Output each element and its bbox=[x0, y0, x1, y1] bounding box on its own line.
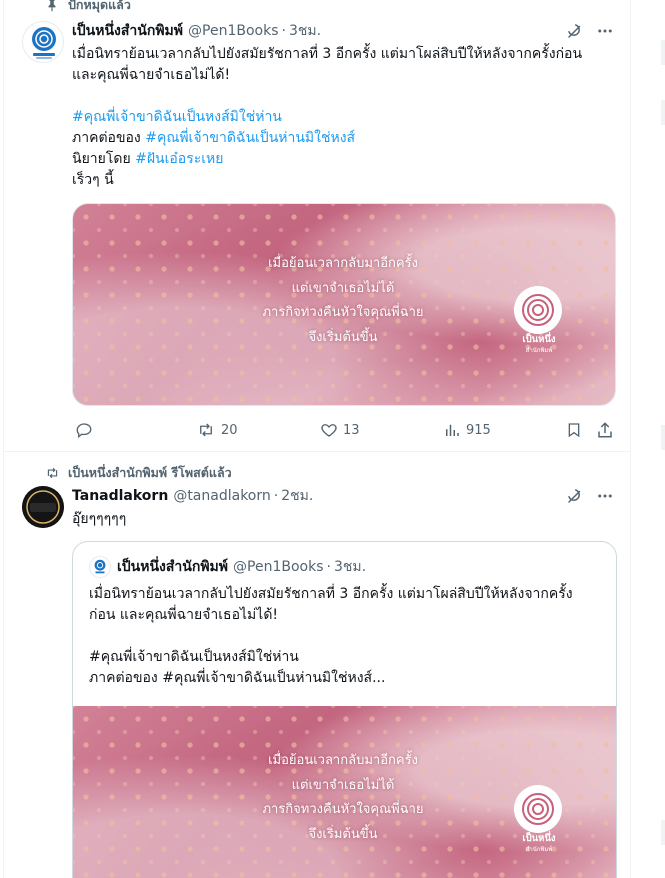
quoted-tweet[interactable]: เป็นหนึ่งสำนักพิมพ์ @Pen1Books · 3ชม. เม… bbox=[72, 541, 617, 878]
grok-icon[interactable] bbox=[564, 485, 586, 507]
image-caption: เมื่อย้อนเวลากลับมาอีกครั้ง แต่เขาจำเธอไ… bbox=[262, 753, 424, 842]
sequel-prefix: ภาคต่อของ bbox=[72, 130, 146, 146]
heart-icon bbox=[321, 424, 337, 437]
author-prefix: นิยายโดย bbox=[72, 151, 136, 167]
reply-button[interactable] bbox=[75, 421, 93, 439]
share-button[interactable] bbox=[596, 421, 614, 439]
reply-icon bbox=[76, 423, 92, 439]
bookmark-icon bbox=[568, 423, 580, 438]
quote-author-handle: @Pen1Books bbox=[233, 559, 324, 575]
retweet-context: เป็นหนึ่งสำนักพิมพ์ รีโพสต์แล้ว bbox=[44, 463, 232, 483]
tweet-header: Tanadlakorn @tanadlakorn · 2ชม. bbox=[72, 486, 616, 506]
more-icon[interactable] bbox=[594, 20, 616, 42]
quote-author-name: เป็นหนึ่งสำนักพิมพ์ bbox=[117, 559, 229, 575]
quote-time: 3ชม. bbox=[333, 559, 367, 575]
tweet-image[interactable]: เมื่อย้อนเวลากลับมาอีกครั้ง แต่เขาจำเธอไ… bbox=[72, 203, 616, 406]
tweet-pinned[interactable]: ปักหมุดแล้ว เป็นหนึ่งสำนักพิมพ์ @Pen1Boo… bbox=[4, 0, 630, 452]
tanadlakorn-logo-icon bbox=[22, 486, 64, 528]
retweet-count: 20 bbox=[221, 422, 238, 438]
pinned-context: ปักหมุดแล้ว bbox=[44, 0, 131, 15]
action-bar: 20 13 915 bbox=[72, 419, 618, 441]
tweet-retweet[interactable]: เป็นหนึ่งสำนักพิมพ์ รีโพสต์แล้ว Tanadlak… bbox=[4, 452, 630, 878]
text-line: อุ๊ยๆๆๆๆๆ bbox=[72, 511, 127, 527]
tweet-text: อุ๊ยๆๆๆๆๆ bbox=[72, 509, 618, 530]
pen1books-logo-icon bbox=[32, 27, 56, 59]
author-handle[interactable]: @tanadlakorn bbox=[173, 488, 270, 504]
publisher-logo-icon bbox=[514, 785, 562, 833]
right-rail-divider bbox=[661, 820, 665, 845]
quote-header: เป็นหนึ่งสำนักพิมพ์ @Pen1Books · 3ชม. bbox=[89, 556, 604, 578]
grok-icon[interactable] bbox=[564, 20, 586, 42]
right-rail-divider bbox=[661, 40, 665, 65]
publisher-logo-icon bbox=[514, 286, 562, 334]
author-handle[interactable]: @Pen1Books bbox=[188, 23, 278, 39]
views-count: 915 bbox=[466, 422, 491, 438]
share-icon bbox=[598, 422, 612, 438]
hashtag-link[interactable]: #ฝันเอ๋อระเหย bbox=[135, 151, 223, 167]
text-line: และคุณพี่ฉายจำเธอไม่ได้! bbox=[72, 67, 231, 83]
timeline: ปักหมุดแล้ว เป็นหนึ่งสำนักพิมพ์ @Pen1Boo… bbox=[3, 0, 631, 878]
publisher-logo-text: เป็นหนึ่ง สำนักพิมพ์ bbox=[522, 833, 556, 853]
pinned-label: ปักหมุดแล้ว bbox=[68, 0, 131, 12]
tweet-time[interactable]: 2ชม. bbox=[281, 485, 313, 507]
retweet-label[interactable]: เป็นหนึ่งสำนักพิมพ์ รีโพสต์แล้ว bbox=[68, 463, 232, 483]
bookmark-button[interactable] bbox=[566, 421, 582, 439]
quote-avatar bbox=[89, 556, 111, 578]
views-button[interactable]: 915 bbox=[443, 421, 491, 439]
image-caption: เมื่อย้อนเวลากลับมาอีกครั้ง แต่เขาจำเธอไ… bbox=[262, 256, 424, 345]
views-icon bbox=[446, 424, 459, 436]
quote-image[interactable]: เมื่อย้อนเวลากลับมาอีกครั้ง แต่เขาจำเธอไ… bbox=[73, 706, 616, 878]
author-name[interactable]: เป็นหนึ่งสำนักพิมพ์ bbox=[72, 20, 183, 42]
right-rail-divider bbox=[661, 100, 665, 125]
pin-icon bbox=[44, 0, 60, 13]
hashtag-link[interactable]: #คุณพี่เจ้าขาดิฉันเป็นห่านมิใช่หงส์ bbox=[145, 130, 355, 146]
like-button[interactable]: 13 bbox=[320, 421, 360, 439]
publisher-logo-text: เป็นหนึ่ง สำนักพิมพ์ bbox=[522, 334, 556, 354]
quote-text: เมื่อนิทราย้อนเวลากลับไปยังสมัยรัชกาลที่… bbox=[89, 586, 573, 686]
retweet-icon bbox=[200, 423, 212, 437]
hashtag-link[interactable]: #คุณพี่เจ้าขาดิฉันเป็นหงส์มิใช่ห่าน bbox=[72, 109, 282, 125]
avatar[interactable] bbox=[22, 486, 64, 528]
author-name[interactable]: Tanadlakorn bbox=[72, 488, 168, 504]
tweet-time[interactable]: 3ชม. bbox=[289, 20, 321, 42]
right-rail-divider bbox=[661, 425, 665, 450]
more-icon[interactable] bbox=[594, 485, 616, 507]
pen1books-logo-icon bbox=[94, 559, 106, 574]
text-line: เมื่อนิทราย้อนเวลากลับไปยังสมัยรัชกาลที่… bbox=[72, 46, 583, 62]
retweet-icon bbox=[44, 465, 60, 481]
retweet-button[interactable]: 20 bbox=[196, 421, 238, 439]
avatar[interactable] bbox=[22, 21, 64, 63]
tweet-header: เป็นหนึ่งสำนักพิมพ์ @Pen1Books · 3ชม. bbox=[72, 21, 616, 41]
tweet-text: เมื่อนิทราย้อนเวลากลับไปยังสมัยรัชกาลที่… bbox=[72, 44, 618, 191]
text-line: เร็วๆ นี้ bbox=[72, 172, 114, 188]
like-count: 13 bbox=[343, 422, 360, 438]
text-line bbox=[72, 86, 618, 107]
